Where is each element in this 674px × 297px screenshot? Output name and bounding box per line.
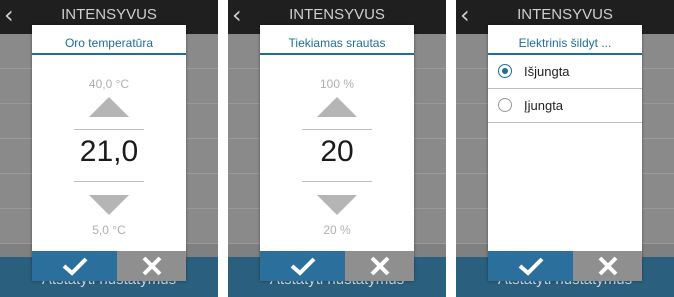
confirm-button[interactable] — [488, 251, 573, 281]
option-label: Išjungta — [524, 64, 570, 79]
dialog-title: Oro temperatūra — [32, 25, 186, 55]
cancel-button[interactable] — [117, 251, 186, 281]
max-value: 100 % — [319, 77, 355, 91]
close-icon — [142, 256, 161, 276]
divider — [74, 129, 144, 130]
screen-air-temperature: ‹ INTENSYVUS Atstatyti nustatymus Oro te… — [0, 0, 218, 297]
option-off[interactable]: Išjungta — [488, 55, 642, 89]
decrease-arrow-icon[interactable] — [89, 195, 129, 215]
confirm-button[interactable] — [260, 251, 345, 281]
screen-supply-flow: ‹ INTENSYVUS Atstatyti nustatymus Tiekia… — [228, 0, 446, 297]
checkmark-icon — [518, 257, 543, 276]
divider — [74, 181, 144, 182]
radio-button[interactable] — [498, 98, 512, 112]
option-label: Įjungta — [524, 98, 564, 113]
decrease-arrow-icon[interactable] — [317, 195, 357, 215]
confirm-button[interactable] — [32, 251, 117, 281]
app-title: INTENSYVUS — [61, 6, 157, 23]
max-value: 40,0 °C — [88, 77, 130, 91]
cancel-button[interactable] — [345, 251, 414, 281]
checkmark-icon — [290, 257, 315, 276]
checkmark-icon — [62, 257, 87, 276]
current-value: 20 — [320, 135, 354, 168]
divider — [302, 181, 372, 182]
app-title: INTENSYVUS — [517, 6, 613, 23]
increase-arrow-icon[interactable] — [317, 97, 357, 117]
min-value: 20 % — [323, 223, 351, 237]
close-icon — [370, 256, 389, 276]
air-temperature-dialog: Oro temperatūra 40,0 °C 21,0 5,0 °C — [32, 25, 186, 281]
increase-arrow-icon[interactable] — [89, 97, 129, 117]
min-value: 5,0 °C — [92, 223, 126, 237]
app-title: INTENSYVUS — [289, 6, 385, 23]
screen-electric-heater: ‹ INTENSYVUS Atstatyti nustatymus Elektr… — [456, 0, 674, 297]
electric-heater-dialog: Elektrinis šildyt ... Išjungta Įjungta — [488, 25, 642, 281]
close-icon — [598, 256, 617, 276]
option-on[interactable]: Įjungta — [488, 89, 642, 123]
dialog-title: Elektrinis šildyt ... — [488, 25, 642, 55]
dialog-title: Tiekiamas srautas — [260, 25, 414, 55]
current-value: 21,0 — [79, 135, 139, 168]
radio-button-selected[interactable] — [498, 64, 512, 78]
supply-flow-dialog: Tiekiamas srautas 100 % 20 20 % — [260, 25, 414, 281]
cancel-button[interactable] — [573, 251, 642, 281]
divider — [302, 129, 372, 130]
